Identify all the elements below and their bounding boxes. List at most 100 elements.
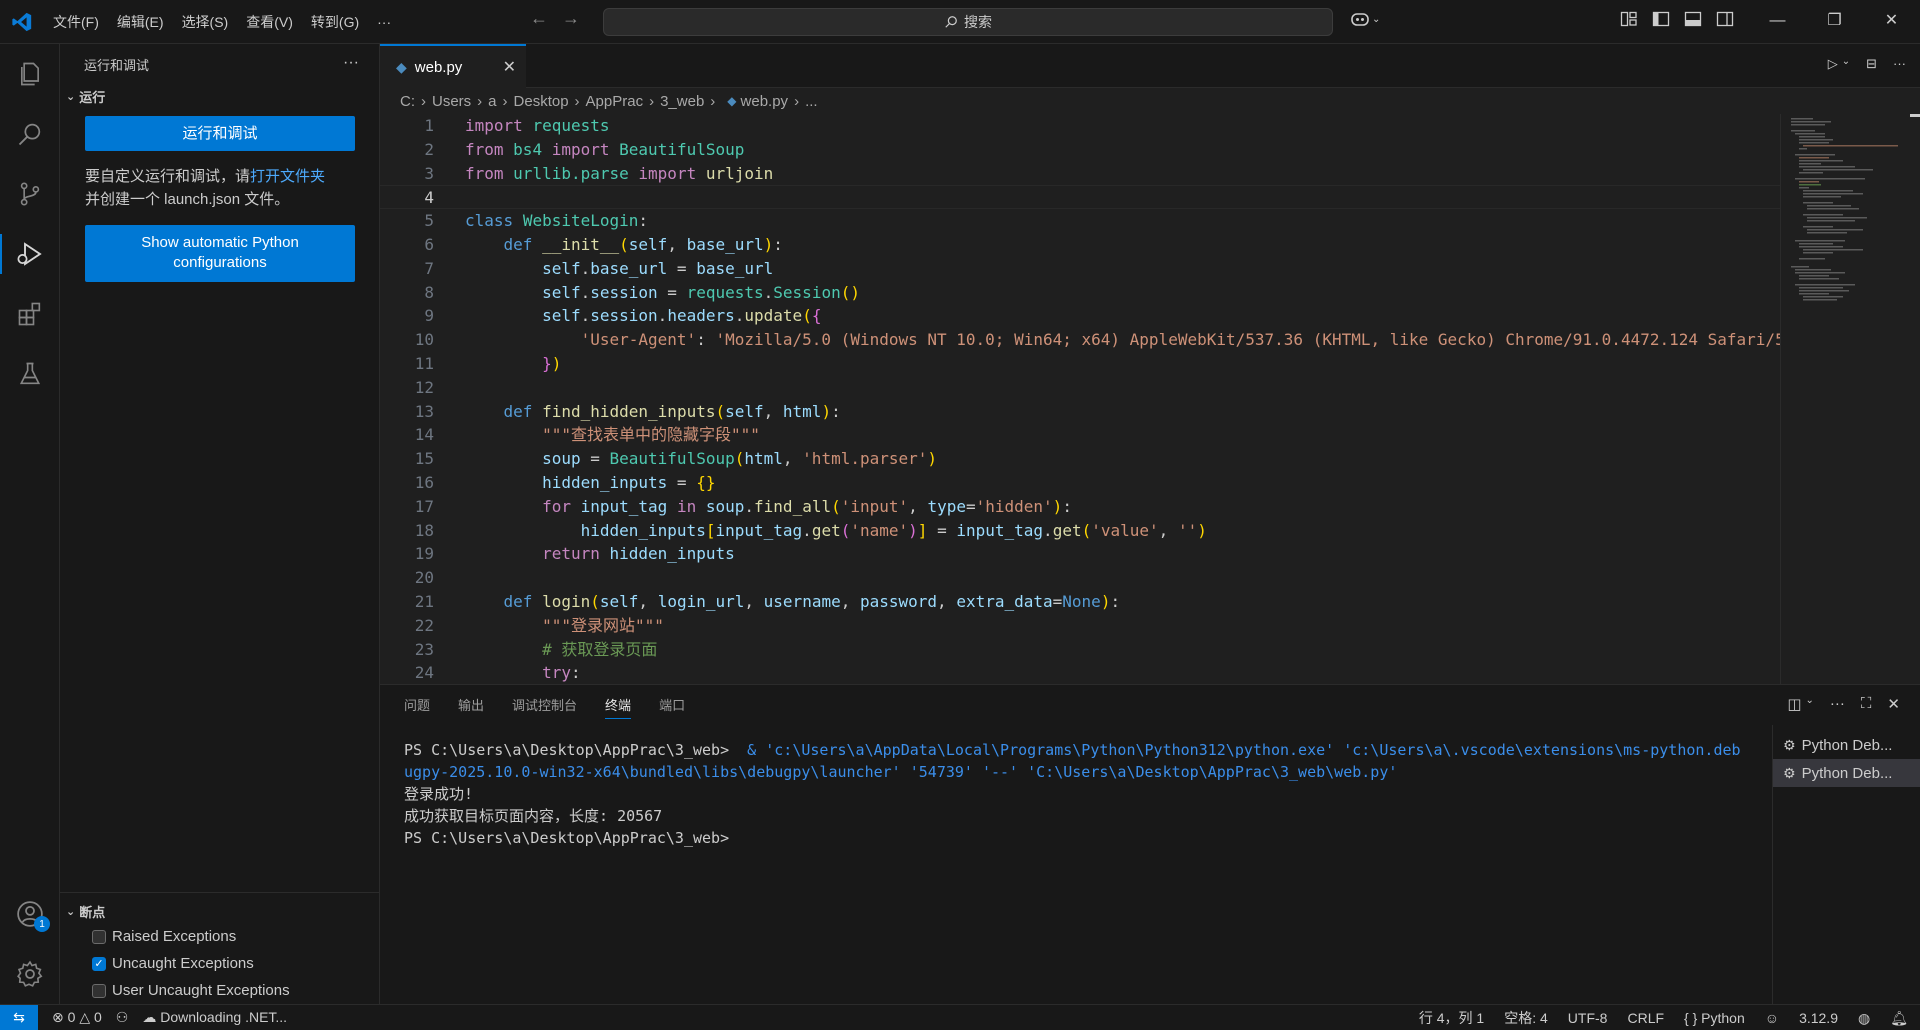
command-center-search[interactable]: 搜索 <box>603 8 1333 36</box>
toggle-panel-icon[interactable] <box>1684 10 1702 28</box>
toggle-secondary-sidebar-icon[interactable] <box>1716 10 1734 28</box>
explorer-icon[interactable] <box>0 44 60 104</box>
line-number: 23 <box>414 639 434 659</box>
toggle-primary-sidebar-icon[interactable] <box>1652 10 1670 28</box>
maximize-panel-icon[interactable]: ⛶ <box>1861 695 1872 713</box>
editor-scrollbar[interactable] <box>1900 114 1920 684</box>
scrollbar-thumb[interactable] <box>1910 114 1920 117</box>
menu-file[interactable]: 文件(F) <box>44 0 108 44</box>
search-view-icon[interactable] <box>0 104 60 164</box>
checkbox-checked[interactable]: ✓ <box>92 956 106 971</box>
checkbox[interactable] <box>92 929 106 944</box>
more-actions-icon[interactable]: ··· <box>1893 56 1906 72</box>
panel-actions: ◫ ⌄ ··· ⛶ ✕ <box>1787 695 1900 713</box>
copilot-menu[interactable]: ⌄ <box>1350 10 1380 28</box>
problems-status[interactable]: ⊗ 0 △ 0 <box>52 1009 102 1026</box>
code-text: hidden_inputs = {} <box>542 472 716 492</box>
downloading-status[interactable]: ☁ Downloading .NET... <box>142 1009 287 1026</box>
copilot-status-icon[interactable]: ☺ <box>1765 1010 1779 1026</box>
chevron-down-icon[interactable]: ⌄ <box>1842 56 1850 72</box>
remote-indicator-icon[interactable]: ⇆ <box>0 1004 38 1030</box>
breakpoints-title: 断点 <box>79 904 106 920</box>
more-actions-icon[interactable]: ··· <box>1830 695 1845 713</box>
code-line: 18 hidden_inputs[input_tag.get('name')] … <box>380 519 1780 543</box>
code-text: self.session = requests.Session() <box>542 282 860 302</box>
tab-terminal[interactable]: 终端 <box>605 695 632 719</box>
minimap[interactable] <box>1780 114 1900 684</box>
breadcrumb-item[interactable]: a <box>488 93 496 110</box>
python-interpreter[interactable]: 3.12.9 <box>1799 1010 1838 1026</box>
show-python-configurations-button[interactable]: Show automatic Python configurations <box>85 225 355 282</box>
code-editor[interactable]: 1 import requests 2 from bs4 import Beauti… <box>380 114 1780 684</box>
line-number: 20 <box>414 568 434 588</box>
line-number: 19 <box>414 544 434 564</box>
menu-selection[interactable]: 选择(S) <box>173 0 238 44</box>
panel-tabs: 问题 输出 调试控制台 终端 端口 <box>404 695 685 719</box>
run-and-debug-icon[interactable] <box>0 224 60 284</box>
open-folder-link[interactable]: 打开文件夹 <box>250 168 325 185</box>
tab-output[interactable]: 输出 <box>458 695 484 719</box>
debug-run-icon[interactable]: ⚇ <box>116 1009 129 1026</box>
run-python-file-icon[interactable]: ▷ <box>1828 56 1838 72</box>
tab-ports[interactable]: 端口 <box>659 695 685 719</box>
code-text: def find_hidden_inputs(self, html): <box>503 401 841 421</box>
breadcrumb-item[interactable]: Desktop <box>514 93 569 110</box>
menu-more[interactable]: ··· <box>368 0 400 44</box>
restore-icon[interactable]: ❐ <box>1806 0 1863 44</box>
settings-gear-icon[interactable] <box>0 944 60 1004</box>
chevron-down-icon[interactable]: ⌄ <box>1806 695 1814 713</box>
testing-flask-icon[interactable] <box>0 344 60 404</box>
minimize-icon[interactable]: — <box>1749 0 1806 44</box>
line-number: 22 <box>414 615 434 635</box>
run-section-header[interactable]: ⌄ 运行 <box>60 84 379 108</box>
breakpoints-header[interactable]: ⌄ 断点 <box>60 899 380 923</box>
breadcrumb-item[interactable]: AppPrac <box>586 93 644 110</box>
tab-problems[interactable]: 问题 <box>404 695 430 719</box>
run-section-title: 运行 <box>79 89 106 105</box>
terminal-output[interactable]: PS C:\Users\a\Desktop\AppPrac\3_web> & '… <box>404 739 1920 849</box>
menu-view[interactable]: 查看(V) <box>237 0 302 44</box>
indentation[interactable]: 空格: 4 <box>1504 1008 1548 1028</box>
code-line: 17 for input_tag in soup.find_all('input… <box>380 495 1780 519</box>
breadcrumb-item[interactable]: web.py <box>741 93 789 110</box>
split-terminal-icon[interactable]: ◫ <box>1787 695 1801 713</box>
close-tab-icon[interactable]: ✕ <box>503 57 516 77</box>
cursor-position[interactable]: 行 4，列 1 <box>1419 1008 1484 1028</box>
breakpoint-raised-exceptions[interactable]: Raised Exceptions <box>60 923 380 950</box>
chevron-right-icon: › <box>649 92 655 110</box>
code-line: 23 # 获取登录页面 <box>380 638 1780 662</box>
more-actions-icon[interactable]: ··· <box>343 54 359 72</box>
extensions-icon[interactable] <box>0 284 60 344</box>
breadcrumb-item[interactable]: Users <box>432 93 471 110</box>
menu-go[interactable]: 转到(G) <box>302 0 368 44</box>
breadcrumb-item[interactable]: C: <box>400 93 415 110</box>
terminal-instance[interactable]: ⚙ Python Deb... <box>1773 731 1920 759</box>
encoding[interactable]: UTF-8 <box>1568 1010 1608 1026</box>
back-arrow-icon[interactable]: ← <box>530 8 548 29</box>
breadcrumb-item[interactable]: ... <box>805 93 818 110</box>
menu-edit[interactable]: 编辑(E) <box>108 0 173 44</box>
customize-layout-icon[interactable] <box>1620 10 1638 28</box>
language-mode[interactable]: { } Python <box>1684 1010 1745 1026</box>
line-number: 21 <box>414 591 434 611</box>
checkbox[interactable] <box>92 983 106 998</box>
editor-actions: ▷ ⌄ ⊟ ··· <box>1828 56 1906 72</box>
tab-debug-console[interactable]: 调试控制台 <box>512 695 577 719</box>
feedback-icon[interactable]: ◍ <box>1858 1010 1870 1027</box>
source-control-icon[interactable] <box>0 164 60 224</box>
tab-web-py[interactable]: ◆ web.py ✕ <box>380 44 526 88</box>
line-number: 12 <box>414 377 434 397</box>
breakpoint-user-uncaught-exceptions[interactable]: User Uncaught Exceptions <box>60 977 380 1004</box>
terminal-instance-selected[interactable]: ⚙ Python Deb... <box>1773 759 1920 787</box>
notifications-bell-icon[interactable]: 🔔︎ <box>1890 1010 1908 1027</box>
run-and-debug-button[interactable]: 运行和调试 <box>85 116 355 151</box>
close-window-icon[interactable]: ✕ <box>1863 0 1920 44</box>
close-panel-icon[interactable]: ✕ <box>1887 695 1900 713</box>
breakpoint-uncaught-exceptions[interactable]: ✓ Uncaught Exceptions <box>60 950 380 977</box>
split-editor-icon[interactable]: ⊟ <box>1866 56 1877 72</box>
line-number: 13 <box>414 401 434 421</box>
breadcrumb-item[interactable]: 3_web <box>660 93 704 110</box>
accounts-icon[interactable]: 1 <box>0 884 60 944</box>
forward-arrow-icon[interactable]: → <box>562 8 580 29</box>
end-of-line[interactable]: CRLF <box>1627 1010 1664 1026</box>
